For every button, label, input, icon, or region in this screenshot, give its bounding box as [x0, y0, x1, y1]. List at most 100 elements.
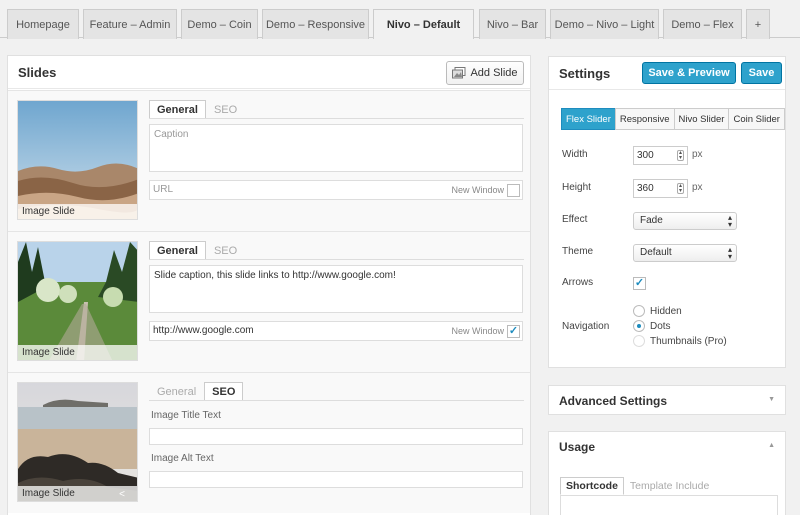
width-input[interactable]: 300 ▴ ▾ [633, 146, 688, 165]
new-window-label: New Window [451, 326, 504, 336]
slides-title: Slides [18, 64, 57, 80]
save-preview-button[interactable]: Save & Preview [642, 62, 736, 84]
new-window-option: New Window ✓ [451, 322, 522, 340]
advanced-settings-title: Advanced Settings [559, 394, 668, 408]
tab-general[interactable]: General [149, 241, 206, 260]
new-window-label: New Window [451, 185, 504, 195]
slide-row: Image Slide General SEO Caption URL New … [8, 90, 530, 231]
tab-homepage[interactable]: Homepage [7, 9, 79, 39]
desert-image [18, 101, 137, 219]
tab-seo[interactable]: SEO [206, 100, 245, 119]
slideshow-tabs: Homepage Feature – Admin Demo – Coin Dem… [0, 0, 800, 39]
slide-thumbnail[interactable]: Image Slide < [17, 382, 138, 502]
slide-thumbnail[interactable]: Image Slide [17, 100, 138, 220]
save-button[interactable]: Save [741, 62, 782, 84]
image-stack-icon [452, 67, 466, 79]
height-unit: px [692, 182, 703, 193]
forest-path-image [18, 242, 137, 360]
slider-type-coin[interactable]: Coin Slider [728, 108, 785, 130]
settings-panel: Settings Save & Preview Save Flex Slider… [548, 56, 786, 368]
image-alt-input[interactable] [149, 471, 523, 488]
tab-nivo-bar[interactable]: Nivo – Bar [479, 9, 546, 39]
slide-row: Image Slide < General SEO Image Title Te… [8, 372, 530, 513]
tab-demo-flex[interactable]: Demo – Flex [663, 9, 742, 39]
chevron-down-icon[interactable]: ▼ [768, 396, 775, 403]
width-label: Width [562, 149, 588, 160]
url-input[interactable]: URL New Window [149, 180, 523, 200]
slides-panel: Slides Add Slide Image Slide General SEO… [7, 55, 531, 515]
radio-icon[interactable] [633, 335, 645, 347]
tab-template-include[interactable]: Template Include [624, 477, 715, 495]
settings-title: Settings [559, 66, 611, 81]
chevron-up-icon[interactable]: ▲ [768, 442, 775, 449]
tab-general[interactable]: General [149, 382, 204, 401]
arrows-label: Arrows [562, 277, 594, 288]
stepper-icon[interactable]: ▴ ▾ [677, 150, 684, 161]
url-value: http://www.google.com [153, 325, 254, 336]
tab-divider [149, 118, 524, 119]
slider-type-responsive[interactable]: Responsive [614, 108, 675, 130]
stepper-icon[interactable]: ▴ ▾ [677, 183, 684, 194]
tab-demo-responsive[interactable]: Demo – Responsive [262, 9, 369, 39]
tab-seo[interactable]: SEO [204, 382, 244, 401]
slide-type-label: Image Slide [18, 345, 137, 360]
checkmark-icon: ✓ [508, 324, 519, 337]
settings-header: Settings Save & Preview Save [549, 57, 785, 90]
theme-label: Theme [562, 246, 594, 257]
radio-label: Thumbnails (Pro) [650, 335, 727, 347]
navigation-option-thumbnails[interactable]: Thumbnails (Pro) [633, 335, 727, 347]
slide-tabs: General SEO [149, 241, 245, 260]
arrows-checkbox[interactable]: ✓ [633, 277, 646, 290]
select-arrows-icon: ▴ ▾ [727, 245, 732, 261]
slider-type-nivo[interactable]: Nivo Slider [673, 108, 730, 130]
slide-tabs: General SEO [149, 100, 245, 119]
navigation-option-hidden[interactable]: Hidden [633, 305, 682, 317]
tab-shortcode[interactable]: Shortcode [560, 477, 624, 495]
url-input[interactable]: http://www.google.com New Window ✓ [149, 321, 523, 341]
tab-divider [149, 400, 524, 401]
advanced-settings-box[interactable]: Advanced Settings ▼ [548, 385, 786, 415]
effect-label: Effect [562, 214, 588, 225]
slide-tabs: General SEO [149, 382, 244, 401]
new-window-checkbox[interactable]: ✓ [507, 324, 520, 338]
shortcode-box[interactable] [560, 495, 778, 515]
add-slideshow-tab[interactable]: + [746, 9, 770, 39]
image-title-input[interactable] [149, 428, 523, 445]
slider-type-flex[interactable]: Flex Slider [561, 108, 616, 130]
tab-seo[interactable]: SEO [206, 241, 245, 260]
url-placeholder: URL [153, 184, 174, 195]
effect-select[interactable]: Fade ▴ ▾ [633, 212, 737, 230]
tab-demo-nivo-light[interactable]: Demo – Nivo – Light [550, 9, 659, 39]
height-value: 360 [637, 183, 654, 194]
caption-textarea[interactable]: Caption [149, 124, 523, 172]
tab-nivo-default[interactable]: Nivo – Default [373, 9, 474, 39]
tab-feature-admin[interactable]: Feature – Admin [83, 9, 177, 39]
caption-textarea[interactable]: Slide caption, this slide links to http:… [149, 265, 523, 313]
select-arrows-icon: ▴ ▾ [727, 213, 732, 229]
navigation-option-dots[interactable]: Dots [633, 320, 671, 332]
new-window-checkbox[interactable] [507, 183, 520, 197]
radio-icon[interactable] [633, 320, 645, 332]
usage-tabs: Shortcode Template Include [560, 477, 715, 495]
slider-type-selector: Flex Slider Responsive Nivo Slider Coin … [561, 108, 785, 130]
tab-divider [149, 259, 524, 260]
slide-type-label: Image Slide [18, 204, 137, 219]
usage-box: Usage ▲ Shortcode Template Include [548, 431, 786, 515]
height-label: Height [562, 182, 591, 193]
radio-label: Dots [650, 320, 671, 332]
tab-general[interactable]: General [149, 100, 206, 119]
theme-select[interactable]: Default ▴ ▾ [633, 244, 737, 262]
tab-demo-coin[interactable]: Demo – Coin [181, 9, 258, 39]
beach-image [18, 383, 137, 501]
add-slide-button[interactable]: Add Slide [446, 61, 524, 85]
chevron-left-icon: < [119, 489, 125, 500]
radio-label: Hidden [650, 305, 682, 317]
height-input[interactable]: 360 ▴ ▾ [633, 179, 688, 198]
new-window-option: New Window [451, 181, 522, 199]
usage-title: Usage [559, 440, 596, 454]
radio-icon[interactable] [633, 305, 645, 317]
image-title-label: Image Title Text [151, 410, 221, 421]
slide-thumbnail[interactable]: Image Slide [17, 241, 138, 361]
width-unit: px [692, 149, 703, 160]
theme-value: Default [640, 247, 672, 258]
